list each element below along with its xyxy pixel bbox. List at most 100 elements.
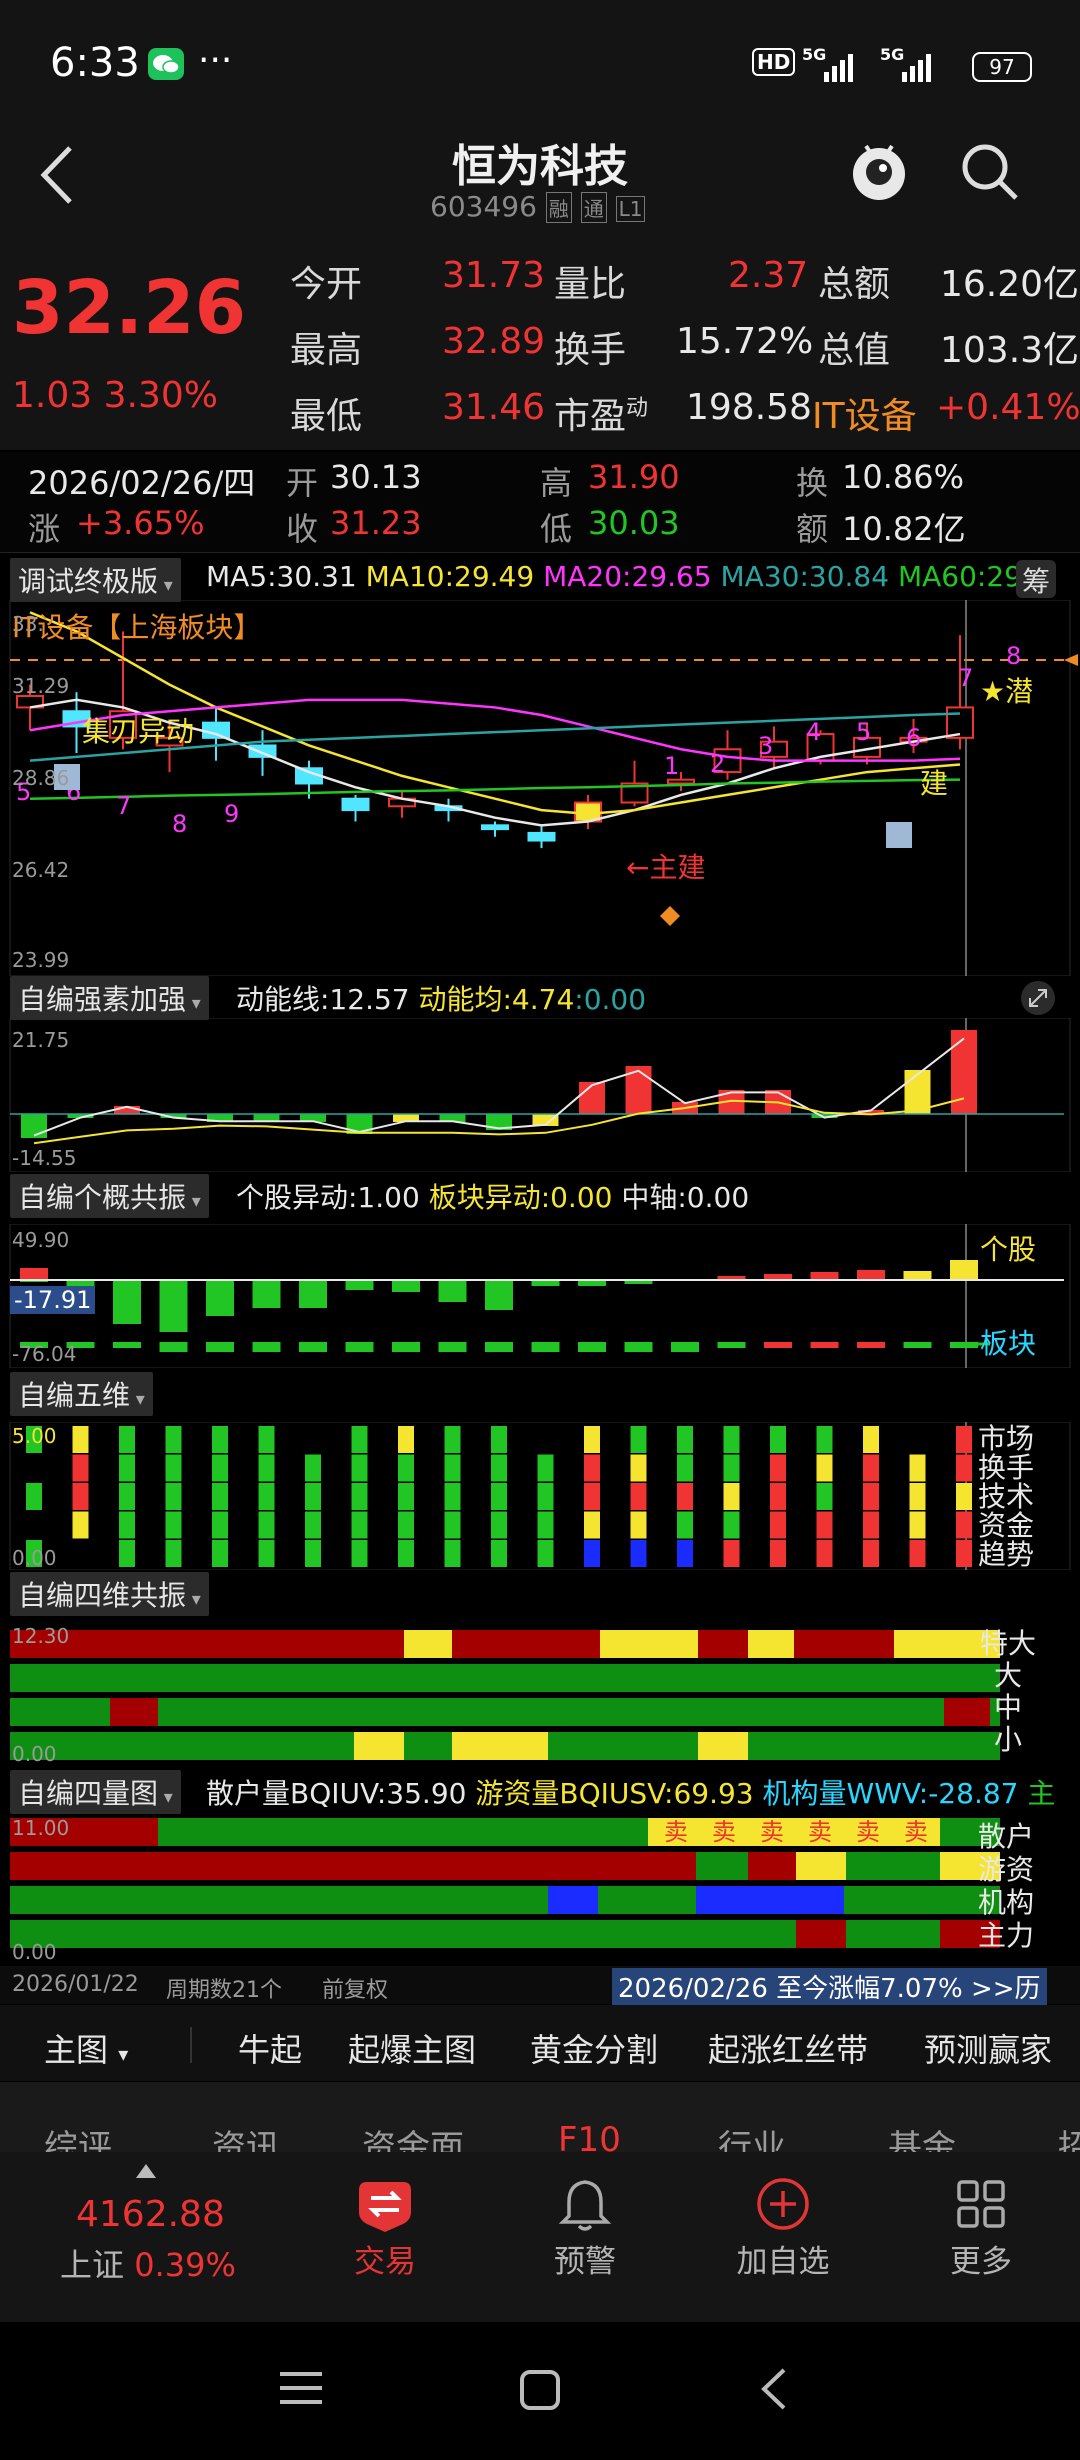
tab-overview[interactable]: 综评 xyxy=(44,2120,112,2152)
dim-cell xyxy=(909,1483,926,1510)
dim-cell xyxy=(630,1454,647,1482)
tab-more-cut[interactable]: 招 xyxy=(1058,2120,1080,2152)
tab-red-ribbon[interactable]: 起涨红丝带 xyxy=(708,2025,868,2071)
indicator-selector-2[interactable]: 自编个概共振 ▾ xyxy=(10,1174,209,1218)
app-header: 恒为科技 603496 融 通 L1 xyxy=(0,130,1080,235)
tab-niuqi[interactable]: 牛起 xyxy=(238,2025,302,2071)
resonance-cell xyxy=(698,1732,748,1760)
sell-signal: 卖 xyxy=(856,1818,880,1846)
volume-cell xyxy=(748,1852,796,1880)
label-low: 最低 xyxy=(290,396,363,437)
dim-cell xyxy=(863,1540,879,1567)
sector-bar xyxy=(159,1342,188,1352)
wave-label: 4 xyxy=(806,718,821,746)
nav-more[interactable]: 更多 xyxy=(936,2176,1026,2306)
candle-body xyxy=(481,824,509,831)
indicator-selector-1[interactable]: 自编强素加强 ▾ xyxy=(10,976,209,1020)
dim-cell xyxy=(584,1426,600,1453)
index-value: 4162.88 xyxy=(76,2194,225,2235)
ma-legend-item: MA20:29.65 xyxy=(543,560,721,593)
mascot-icon[interactable] xyxy=(848,136,910,206)
volume-cell xyxy=(648,1818,940,1846)
expand-icon[interactable] xyxy=(1020,980,1056,1016)
y-label-2: 31.29 xyxy=(12,674,70,698)
annotation-build: 建 xyxy=(920,767,949,800)
sector-link[interactable]: IT设备 xyxy=(812,387,917,439)
tab-f10[interactable]: F10 xyxy=(558,2120,621,2152)
dim-cell xyxy=(723,1511,740,1539)
sector-bar xyxy=(810,1342,839,1348)
indicator-selector-4[interactable]: 自编四维共振 ▾ xyxy=(10,1572,209,1616)
indicator-selector-3[interactable]: 自编五维 ▾ xyxy=(10,1372,153,1416)
tab-main-chart[interactable]: 主图 ▾ xyxy=(44,2025,128,2071)
stock-down-bar xyxy=(113,1280,141,1324)
dim-cell xyxy=(398,1511,414,1539)
chg-value: +3.65% xyxy=(76,504,205,542)
dim-cell xyxy=(956,1511,972,1539)
dim-cell xyxy=(816,1483,833,1510)
value-vol-ratio: 2.37 xyxy=(728,255,809,296)
volume-cell xyxy=(844,1886,1000,1914)
tab-golden-split[interactable]: 黄金分割 xyxy=(530,2025,658,2071)
dim-cell xyxy=(165,1426,182,1453)
indicator-momentum[interactable]: 自编强素加强 ▾ 动能线:12.57 动能均:4.74:0.00 21.75 -… xyxy=(0,976,1080,1172)
adjust-mode[interactable]: 前复权 xyxy=(322,1972,388,2004)
bell-icon xyxy=(558,2180,612,2231)
status-time: 6:33 xyxy=(50,40,140,86)
wave-label: 7 xyxy=(958,664,973,692)
candle-body xyxy=(527,831,556,842)
chip-distribution-button[interactable]: 筹 xyxy=(1016,560,1056,598)
dim-cell xyxy=(909,1454,926,1482)
tab-capital[interactable]: 资金面 xyxy=(362,2120,464,2152)
tab-news[interactable]: 资讯 xyxy=(212,2120,280,2152)
turn-label: 换 xyxy=(796,464,829,502)
kline-svg: 5 6 78 91 23 4 5 678 xyxy=(9,600,1078,976)
range-summary[interactable]: 2026/02/26 至今涨幅7.07% >>历 xyxy=(612,1968,1047,2005)
indicator-resonance[interactable]: 自编个概共振 ▾ 个股异动:1.00 板块异动:0.00 中轴:0.00 49.… xyxy=(0,1172,1080,1368)
dim-cell xyxy=(351,1483,368,1510)
indicator-four-volume[interactable]: 自编四量图 ▾ 散户量BQIUV:35.90 游资量BQIUSV:69.93 机… xyxy=(0,1768,1080,1968)
dim-cell xyxy=(165,1511,182,1539)
dim-cell xyxy=(770,1511,786,1539)
dim-cell xyxy=(444,1483,461,1510)
index-ticker[interactable]: 4162.88 上证 0.39% xyxy=(60,2156,240,2284)
sector-bar xyxy=(857,1342,885,1348)
indicator-five-dim[interactable]: 自编五维 ▾ 5.00 0.00 市场 换手 技术 资金 趋势 xyxy=(0,1370,1080,1570)
tab-qibao[interactable]: 起爆主图 xyxy=(348,2025,476,2071)
wave-label: 1 xyxy=(664,752,679,780)
sell-signal: 卖 xyxy=(808,1818,832,1846)
dim-cell xyxy=(677,1426,693,1453)
momentum-bar xyxy=(579,1082,605,1114)
sector-bar xyxy=(206,1342,234,1352)
resonance-cell xyxy=(894,1630,964,1658)
value-low: 31.46 xyxy=(442,387,546,428)
grid-icon xyxy=(957,2180,1005,2228)
price-marker-icon xyxy=(1064,654,1078,666)
label-pe: 市盈动 xyxy=(554,396,649,437)
dim-cell xyxy=(305,1540,321,1567)
kline-chart[interactable]: 调试终极版 ▾ MA5:30.31 MA10:29.49 MA20:29.65 … xyxy=(0,556,1080,976)
dim-cell xyxy=(351,1511,368,1539)
nav-alert[interactable]: 预警 xyxy=(540,2176,630,2306)
home-icon[interactable] xyxy=(516,2366,564,2414)
dim-cell xyxy=(491,1454,507,1482)
tab-fund[interactable]: 基金 xyxy=(888,2120,956,2152)
ind4-svg xyxy=(10,1630,1000,1760)
annotation-potential: ★潜 xyxy=(980,675,1034,708)
dim-cell xyxy=(630,1483,647,1510)
nav-trade[interactable]: 交易 xyxy=(340,2176,430,2306)
indicator-selector-5[interactable]: 自编四量图 ▾ xyxy=(10,1770,181,1814)
system-back-icon[interactable] xyxy=(754,2364,794,2414)
nav-add-watchlist[interactable]: 加自选 xyxy=(728,2176,838,2306)
volume-cell xyxy=(10,1886,548,1914)
sector-bar xyxy=(578,1342,606,1352)
indicator-selector-main[interactable]: 调试终极版 ▾ xyxy=(10,558,181,602)
tab-industry[interactable]: 行业 xyxy=(718,2120,786,2152)
y-label-4: 26.42 xyxy=(12,858,70,882)
menu-icon[interactable] xyxy=(276,2366,326,2410)
search-icon[interactable] xyxy=(958,140,1022,204)
dim-cell xyxy=(212,1454,228,1482)
indicator-four-dim[interactable]: 自编四维共振 ▾ 12.30 0.00 特大大中小 xyxy=(0,1570,1080,1770)
tab-predict[interactable]: 预测赢家 xyxy=(924,2025,1052,2071)
dim-cell xyxy=(584,1454,600,1482)
